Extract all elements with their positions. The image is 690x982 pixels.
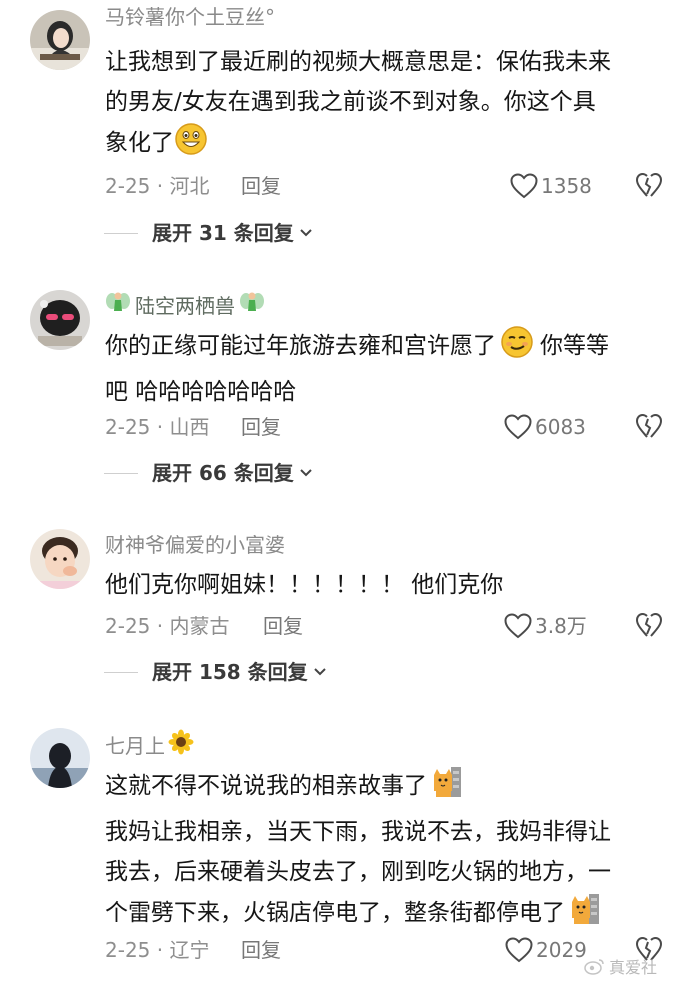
watermark-text: 真爱社 bbox=[609, 958, 658, 977]
divider bbox=[104, 472, 138, 474]
comment-line: 象化了 bbox=[105, 122, 665, 169]
chevron-down-icon bbox=[300, 469, 312, 477]
fairy-emoji-icon bbox=[105, 289, 131, 322]
watermark: 真爱社 bbox=[584, 954, 657, 978]
avatar[interactable] bbox=[30, 10, 90, 70]
expand-replies-button[interactable]: 展开 158 条回复 bbox=[104, 658, 328, 686]
expand-label: 展开 31 条回复 bbox=[152, 221, 294, 245]
like-button[interactable]: 6083 bbox=[504, 413, 586, 441]
reply-button[interactable]: 回复 bbox=[241, 413, 281, 441]
cat-sticker-emoji-icon bbox=[431, 765, 463, 812]
like-button[interactable]: 3.8万 bbox=[504, 612, 587, 640]
avatar[interactable] bbox=[30, 728, 90, 788]
broken-heart-icon bbox=[635, 172, 663, 197]
chevron-down-icon bbox=[313, 668, 326, 676]
reply-button[interactable]: 回复 bbox=[263, 612, 303, 640]
date-location: 2-25 · 河北 bbox=[105, 174, 210, 198]
comment-line-tail: 你等等 bbox=[540, 333, 609, 359]
heart-outline-icon bbox=[504, 613, 532, 639]
broken-heart-icon bbox=[635, 413, 663, 438]
like-button[interactable]: 2029 bbox=[505, 936, 587, 964]
dislike-button[interactable] bbox=[635, 413, 663, 441]
username-text: 陆空两栖兽 bbox=[135, 293, 235, 318]
comment-line: 的男友/女友在遇到我之前谈不到对象。你这个具 bbox=[105, 89, 596, 115]
expand-replies-button[interactable]: 展开 31 条回复 bbox=[104, 219, 314, 247]
avatar[interactable] bbox=[30, 529, 90, 589]
weibo-logo-icon bbox=[584, 959, 604, 975]
comment-text: 这就不得不说说我的相亲故事了 我妈让我相亲，当天下雨，我说不去，我妈非得让 我去… bbox=[105, 765, 665, 939]
sunflower-emoji-icon bbox=[168, 729, 194, 762]
comment-line: 这就不得不说说我的相亲故事了 bbox=[105, 765, 665, 812]
broken-heart-icon bbox=[635, 612, 663, 637]
grinning-emoji-icon bbox=[174, 122, 208, 169]
reply-button[interactable]: 回复 bbox=[241, 936, 281, 964]
fairy-emoji-icon bbox=[239, 289, 265, 322]
reply-button[interactable]: 回复 bbox=[241, 172, 281, 200]
comment-line-text: 个雷劈下来，火锅店停电了，整条街都停电了 bbox=[105, 900, 565, 926]
divider bbox=[104, 232, 138, 234]
cat-sticker-emoji-icon bbox=[569, 892, 601, 939]
like-button[interactable]: 1358 bbox=[510, 172, 592, 200]
expand-label: 展开 66 条回复 bbox=[152, 461, 294, 485]
comment-line: 让我想到了最近刷的视频大概意思是：保佑我未来 bbox=[105, 49, 611, 75]
divider bbox=[104, 671, 138, 673]
comment-line: 我妈让我相亲，当天下雨，我说不去，我妈非得让 bbox=[105, 819, 611, 845]
comment-line-text: 这就不得不说说我的相亲故事了 bbox=[105, 773, 427, 799]
comment-line: 你的正缘可能过年旅游去雍和宫许愿了 你等等 bbox=[105, 325, 665, 372]
comment-text: 他们克你啊姐妹！！！！！！ 他们克你 bbox=[105, 565, 665, 605]
comment-text: 你的正缘可能过年旅游去雍和宫许愿了 你等等 吧 哈哈哈哈哈哈哈 bbox=[105, 325, 665, 412]
like-count: 1358 bbox=[541, 174, 592, 198]
comment-text: 让我想到了最近刷的视频大概意思是：保佑我未来 的男友/女友在遇到我之前谈不到对象… bbox=[105, 42, 665, 169]
comment-line-text: 你的正缘可能过年旅游去雍和宫许愿了 bbox=[105, 333, 496, 359]
expand-replies-button[interactable]: 展开 66 条回复 bbox=[104, 459, 314, 487]
heart-outline-icon bbox=[505, 937, 533, 963]
heart-outline-icon bbox=[510, 173, 538, 199]
like-count: 6083 bbox=[535, 415, 586, 439]
like-count: 2029 bbox=[536, 938, 587, 962]
heart-outline-icon bbox=[504, 414, 532, 440]
dislike-button[interactable] bbox=[635, 612, 663, 640]
username-text: 七月上 bbox=[105, 733, 165, 758]
username[interactable]: 马铃薯你个土豆丝° bbox=[105, 3, 275, 31]
username[interactable]: 陆空两栖兽 bbox=[105, 289, 265, 322]
username[interactable]: 财神爷偏爱的小富婆 bbox=[105, 531, 285, 559]
expand-label: 展开 158 条回复 bbox=[152, 660, 308, 684]
comment-line: 我去，后来硬着头皮去了，刚到吃火锅的地方，一 bbox=[105, 859, 611, 885]
comment-line: 吧 哈哈哈哈哈哈哈 bbox=[105, 379, 297, 405]
comment-line: 个雷劈下来，火锅店停电了，整条街都停电了 bbox=[105, 892, 665, 939]
smirking-emoji-icon bbox=[500, 325, 534, 372]
avatar[interactable] bbox=[30, 290, 90, 350]
comment-line-text: 象化了 bbox=[105, 130, 174, 156]
like-count: 3.8万 bbox=[535, 614, 587, 638]
username[interactable]: 七月上 bbox=[105, 729, 194, 762]
date-location: 2-25 · 山西 bbox=[105, 415, 210, 439]
comment-line: 他们克你啊姐妹！！！！！！ 他们克你 bbox=[105, 572, 504, 598]
dislike-button[interactable] bbox=[635, 172, 663, 200]
date-location: 2-25 · 辽宁 bbox=[105, 938, 210, 962]
chevron-down-icon bbox=[300, 229, 312, 237]
date-location: 2-25 · 内蒙古 bbox=[105, 614, 230, 638]
